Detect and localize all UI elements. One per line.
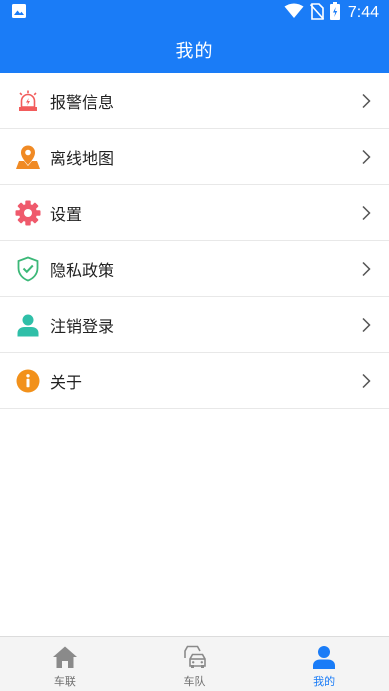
- chevron-right-icon: [362, 373, 371, 388]
- gear-icon: [15, 200, 41, 226]
- menu-item-logout[interactable]: 注销登录: [0, 297, 389, 353]
- menu-item-label: 报警信息: [50, 92, 115, 112]
- nav-label: 车队: [183, 675, 206, 688]
- cars-icon: [182, 644, 208, 670]
- map-pin-icon: [15, 144, 41, 170]
- person-icon: [311, 644, 337, 670]
- menu-item-alarm-info[interactable]: 报警信息: [0, 73, 389, 129]
- nav-label: 车联: [53, 675, 76, 688]
- info-icon: [15, 368, 41, 394]
- menu-item-settings[interactable]: 设置: [0, 185, 389, 241]
- menu-item-offline-map[interactable]: 离线地图: [0, 129, 389, 185]
- chevron-right-icon: [362, 317, 371, 332]
- chevron-right-icon: [362, 261, 371, 276]
- menu-item-privacy-policy[interactable]: 隐私政策: [0, 241, 389, 297]
- status-bar: 7:44: [0, 0, 389, 26]
- menu-item-label: 注销登录: [50, 316, 115, 336]
- menu-item-about[interactable]: 关于: [0, 353, 389, 409]
- battery-icon: [329, 2, 340, 24]
- nav-label: 我的: [313, 675, 336, 688]
- chevron-right-icon: [362, 205, 371, 220]
- wifi-icon: [284, 3, 304, 23]
- no-sim-icon: [309, 2, 324, 24]
- nav-tab-mine[interactable]: 我的: [259, 637, 389, 691]
- menu-item-label: 关于: [50, 372, 83, 392]
- bottom-nav: 车联 车队 我的: [0, 636, 389, 691]
- page-title: 我的: [175, 40, 214, 62]
- menu-list: 报警信息 离线地图 设置 隐私政策 注销登录 关于: [0, 73, 389, 409]
- menu-item-label: 离线地图: [50, 148, 115, 168]
- image-icon: [11, 3, 27, 23]
- chevron-right-icon: [362, 93, 371, 108]
- nav-tab-car-link[interactable]: 车联: [0, 637, 130, 691]
- nav-tab-fleet[interactable]: 车队: [130, 637, 260, 691]
- menu-item-label: 设置: [50, 204, 83, 224]
- app-bar: 我的: [0, 26, 389, 73]
- chevron-right-icon: [362, 149, 371, 164]
- home-icon: [52, 644, 78, 670]
- status-time: 7:44: [347, 4, 379, 21]
- alarm-icon: [15, 88, 41, 114]
- user-icon: [15, 312, 41, 338]
- shield-check-icon: [15, 256, 41, 282]
- menu-item-label: 隐私政策: [50, 260, 115, 280]
